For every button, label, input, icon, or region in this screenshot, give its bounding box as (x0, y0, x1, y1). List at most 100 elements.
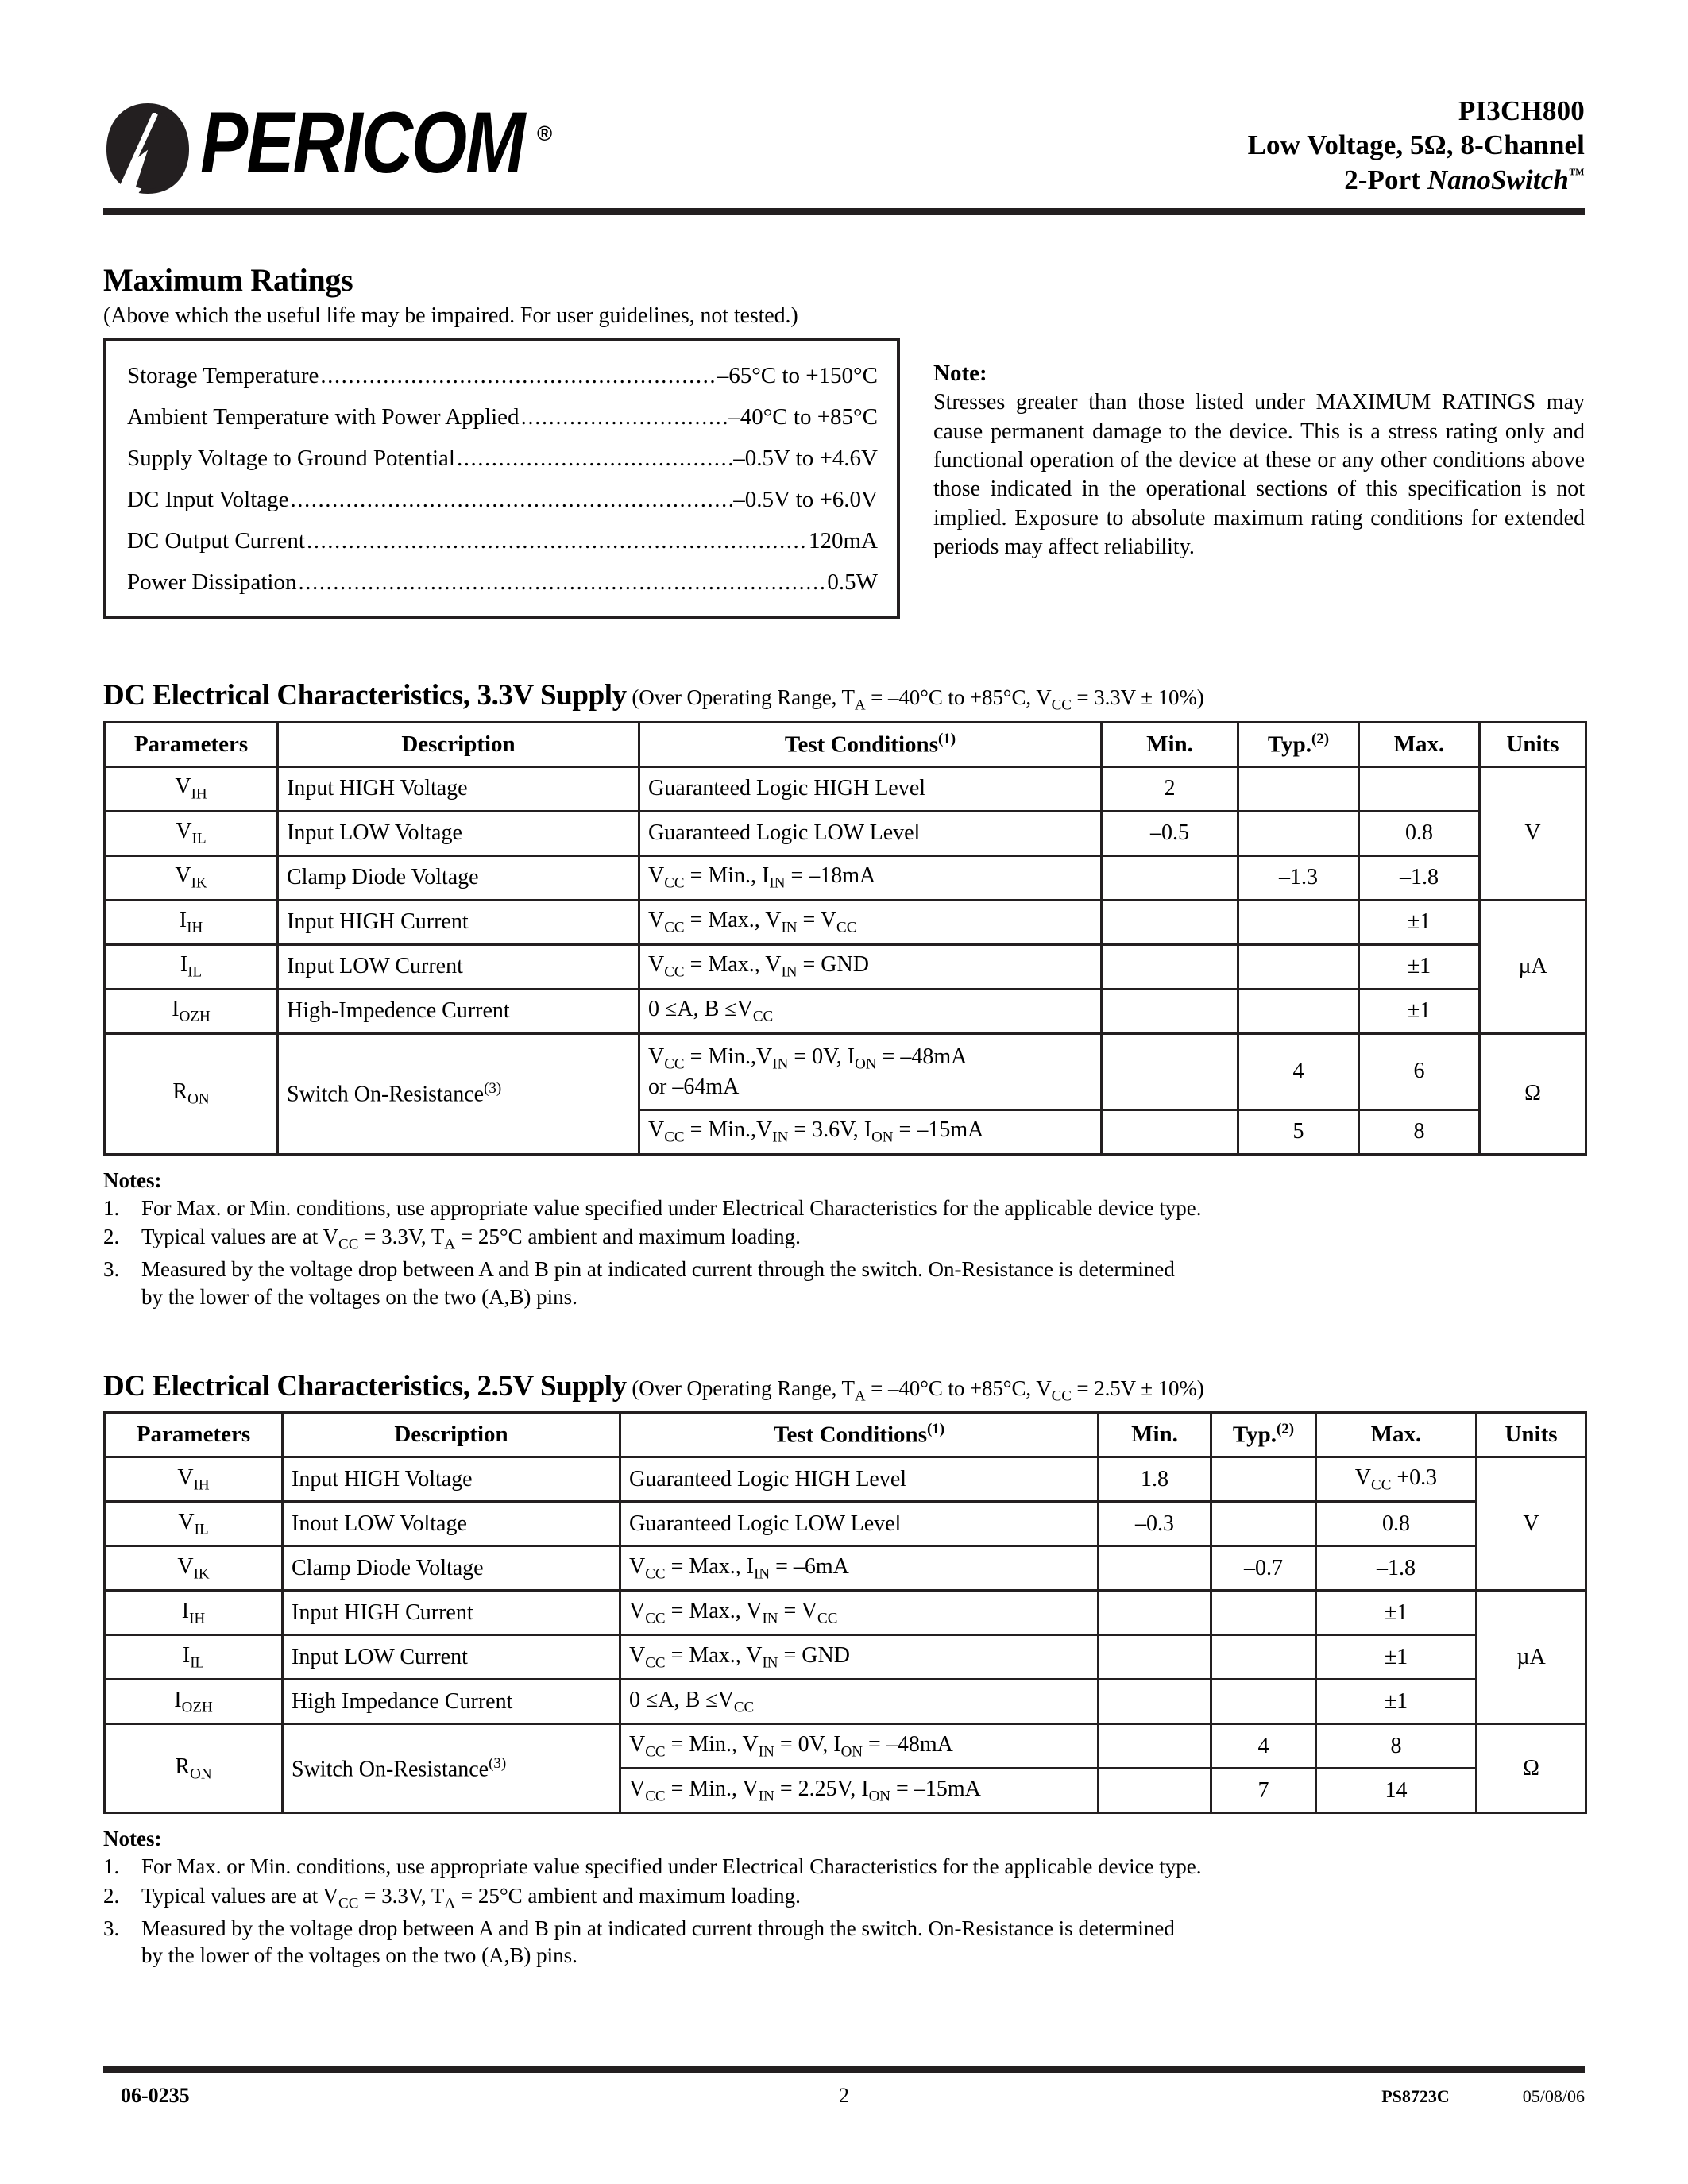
maximum-ratings-box: Storage Temperature ....................… (103, 338, 900, 620)
param-subscript: IH (187, 919, 203, 936)
notes-title: Notes: (103, 1167, 162, 1192)
cell-test-conditions: VCC = Max., VIN = VCC (619, 1589, 1099, 1637)
footer-divider (103, 2066, 1585, 2073)
param-subscript: OZH (179, 1008, 211, 1025)
leader-dots: ........................................… (298, 571, 825, 595)
dc-25v-heading-b: = –40°C to +85°C, V (865, 1376, 1052, 1400)
datasheet-page: PERICOM ® PI3CH800 Low Voltage, 5Ω, 8-Ch… (0, 0, 1688, 2184)
notes-block-25v: Notes: 1. For Max. or Min. conditions, u… (103, 1827, 1585, 1969)
rating-value: –0.5V to +6.0V (733, 487, 878, 513)
rating-label: Storage Temperature (127, 363, 319, 389)
cell-typ: 4 (1237, 1032, 1360, 1111)
footnote-ref-2: (2) (1311, 730, 1330, 747)
cell-description: Clamp Diode Voltage (276, 854, 640, 901)
header-title-block: PI3CH800 Low Voltage, 5Ω, 8-Channel 2-Po… (1248, 94, 1585, 200)
note-number: 2. (103, 1224, 120, 1248)
col-typ-label: Typ. (1232, 1422, 1277, 1449)
cell-units: Ω (1478, 1032, 1587, 1156)
cell-max: –1.8 (1315, 1545, 1477, 1592)
table-row: VIH Input HIGH Voltage Guaranteed Logic … (103, 765, 1587, 812)
cell-typ (1237, 809, 1360, 857)
rating-row: Storage Temperature ....................… (127, 356, 878, 397)
table-row-ron: RON Switch On-Resistance(3) VCC = Min., … (103, 1723, 1587, 1815)
dc-25v-table: Parameters Description Test Conditions(1… (103, 1411, 1587, 1815)
dc-25v-heading-sub-b: CC (1051, 1387, 1072, 1405)
cell-description: Input LOW Current (276, 943, 640, 990)
pericom-logo-icon (103, 102, 192, 195)
leader-dots: ........................................… (520, 406, 728, 430)
cell-min (1100, 898, 1239, 946)
cell-min: 2 (1100, 765, 1239, 812)
cell-max: 8 (1358, 1108, 1481, 1156)
cell-max: ±1 (1358, 943, 1481, 990)
note-text: Typical values are at VCC = 3.3V, TA = 2… (141, 1883, 801, 1912)
cell-description: Inout LOW Voltage (281, 1500, 621, 1548)
dc-33v-heading-sub-a: A (854, 696, 866, 714)
cell-parameter: VIK (103, 854, 279, 901)
cell-min (1097, 1723, 1212, 1770)
rating-row: Supply Voltage to Ground Potential .....… (127, 438, 878, 480)
header-divider (103, 208, 1585, 216)
rating-value: 0.5W (827, 569, 878, 596)
param-subscript: IL (187, 963, 203, 981)
col-units: Units (1478, 720, 1587, 768)
table-header-row: Parameters Description Test Conditions(1… (103, 1411, 1587, 1459)
param-base: V (177, 1553, 194, 1579)
cell-test-conditions: Guaranteed Logic LOW Level (619, 1500, 1099, 1548)
dc-33v-heading-sub-b: CC (1051, 696, 1072, 714)
cell-max: 14 (1315, 1767, 1477, 1815)
cell-units (1478, 898, 1587, 945)
rating-value: –0.5V to +4.6V (733, 446, 878, 472)
dc-33v-heading-b: = –40°C to +85°C, V (865, 685, 1052, 710)
footnote-ref-2: (2) (1276, 1421, 1295, 1438)
cell-typ: 4 (1210, 1723, 1317, 1770)
cell-test-conditions: VCC = Min.,VIN = 0V, ION = –48mA or –64mA (638, 1032, 1103, 1111)
cell-test-conditions: VCC = Max., IIN = –6mA (619, 1545, 1099, 1592)
cell-min (1100, 854, 1239, 901)
cell-description: Input LOW Voltage (276, 809, 640, 857)
note-number: 1. (103, 1195, 120, 1220)
table-header-row: Parameters Description Test Conditions(1… (103, 720, 1587, 768)
cell-typ (1210, 1678, 1317, 1726)
note-item: 1. For Max. or Min. conditions, use appr… (103, 1853, 1585, 1880)
col-test-conditions-label: Test Conditions (773, 1422, 927, 1449)
cell-max: 0.8 (1358, 809, 1481, 857)
rating-value: –40°C to +85°C (728, 404, 878, 430)
cell-description: Input HIGH Current (276, 898, 640, 946)
cell-min (1097, 1634, 1212, 1681)
cell-description: Input LOW Current (281, 1634, 621, 1681)
col-test-conditions: Test Conditions(1) (638, 720, 1103, 768)
col-description: Description (276, 720, 640, 768)
cell-max: ±1 (1315, 1678, 1477, 1726)
table-row: VIK Clamp Diode Voltage VCC = Min., IIN … (103, 854, 1587, 901)
notes-title: Notes: (103, 1827, 162, 1851)
param-base: V (177, 1464, 194, 1490)
cell-typ: –1.3 (1237, 854, 1360, 901)
note-item: 2. Typical values are at VCC = 3.3V, TA … (103, 1223, 1585, 1255)
cell-max: ±1 (1315, 1589, 1477, 1637)
cell-typ: 7 (1210, 1767, 1317, 1815)
note-text: Measured by the voltage drop between A a… (141, 1916, 1175, 1941)
maximum-ratings-section: Maximum Ratings (Above which the useful … (103, 261, 1585, 620)
col-min: Min. (1097, 1411, 1212, 1459)
cell-test-conditions: VCC = Min., VIN = 0V, ION = –48mA (619, 1723, 1099, 1770)
cell-units (1475, 1456, 1587, 1502)
cell-typ (1237, 943, 1360, 990)
page-footer: 06-0235 2 PS8723C 05/08/06 (103, 2066, 1585, 2108)
maximum-ratings-title: Maximum Ratings (103, 262, 353, 299)
dc-33v-table: Parameters Description Test Conditions(1… (103, 720, 1587, 1156)
param-subscript: IL (191, 830, 207, 847)
cell-max: –1.8 (1358, 854, 1481, 901)
col-typ: Typ.(2) (1237, 720, 1360, 768)
cell-test-conditions: VCC = Max., VIN = GND (638, 943, 1103, 990)
table-row: IIH Input HIGH Current VCC = Max., VIN =… (103, 1589, 1587, 1637)
cell-units: µA (1475, 1634, 1587, 1680)
note-item: 2. Typical values are at VCC = 3.3V, TA … (103, 1882, 1585, 1914)
param-subscript: OZH (181, 1699, 213, 1716)
footnote-ref-1: (1) (926, 1421, 945, 1438)
dc-characteristics-25v-section: DC Electrical Characteristics, 2.5V Supp… (103, 1369, 1587, 1970)
cell-typ (1210, 1456, 1317, 1503)
table-row: VIL Inout LOW Voltage Guaranteed Logic L… (103, 1500, 1587, 1548)
cell-test-conditions: Guaranteed Logic HIGH Level (619, 1456, 1099, 1503)
leader-dots: ........................................… (320, 365, 716, 388)
